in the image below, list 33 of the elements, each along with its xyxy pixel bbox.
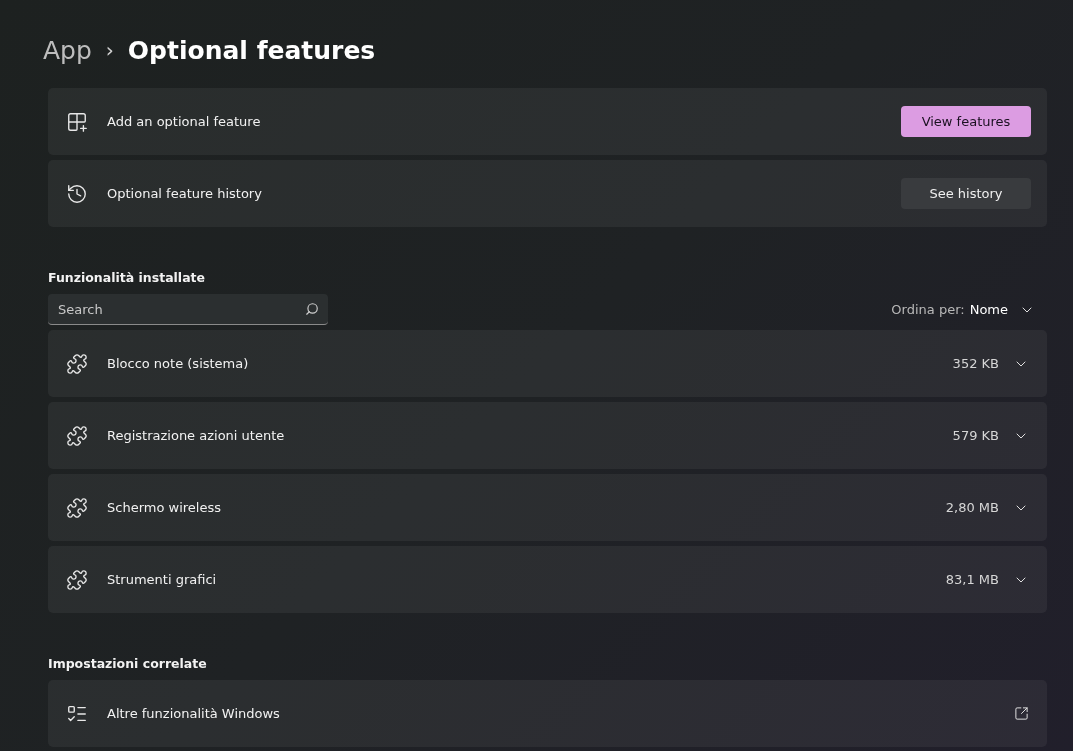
related-link-row[interactable]: Altre funzionalità Windows [48, 680, 1047, 747]
breadcrumb-link[interactable]: App [43, 35, 92, 65]
search-field[interactable]: Search [48, 294, 328, 325]
setting-label: Optional feature history [107, 186, 263, 201]
feature-row[interactable]: Registrazione azioni utente 579 KB [48, 402, 1047, 469]
feature-size: 352 KB [952, 356, 999, 371]
feature-name: Blocco note (sistema) [107, 356, 250, 371]
search-icon [305, 302, 319, 316]
sort-dropdown[interactable]: Ordina per: Nome [891, 301, 1047, 318]
secondary-button[interactable]: See history [901, 178, 1031, 209]
feature-name: Registrazione azioni utente [107, 428, 286, 443]
history-icon [66, 182, 88, 205]
external-link-icon [1014, 706, 1029, 721]
feature-name: Schermo wireless [107, 500, 222, 515]
setting-label: Altre funzionalità Windows [107, 706, 281, 721]
section-heading: Funzionalità installate [48, 270, 207, 285]
grid-plus-icon [66, 110, 88, 133]
puzzle-icon [66, 424, 88, 447]
feature-size: 83,1 MB [945, 572, 999, 587]
setting-label: Add an optional feature [107, 114, 262, 129]
feature-size: 579 KB [952, 428, 999, 443]
breadcrumb-separator: › [105, 38, 114, 62]
feature-row[interactable]: Strumenti grafici 83,1 MB [48, 546, 1047, 613]
primary-button[interactable]: View features [901, 106, 1031, 137]
feature-row[interactable]: Blocco note (sistema) 352 KB [48, 330, 1047, 397]
feature-name: Strumenti grafici [107, 572, 218, 587]
section-heading: Impostazioni correlate [48, 656, 208, 671]
feature-row[interactable]: Schermo wireless 2,80 MB [48, 474, 1047, 541]
page-title: Optional features [127, 35, 376, 65]
puzzle-icon [66, 496, 88, 519]
puzzle-icon [66, 352, 88, 375]
puzzle-icon [66, 568, 88, 591]
feature-size: 2,80 MB [945, 500, 999, 515]
